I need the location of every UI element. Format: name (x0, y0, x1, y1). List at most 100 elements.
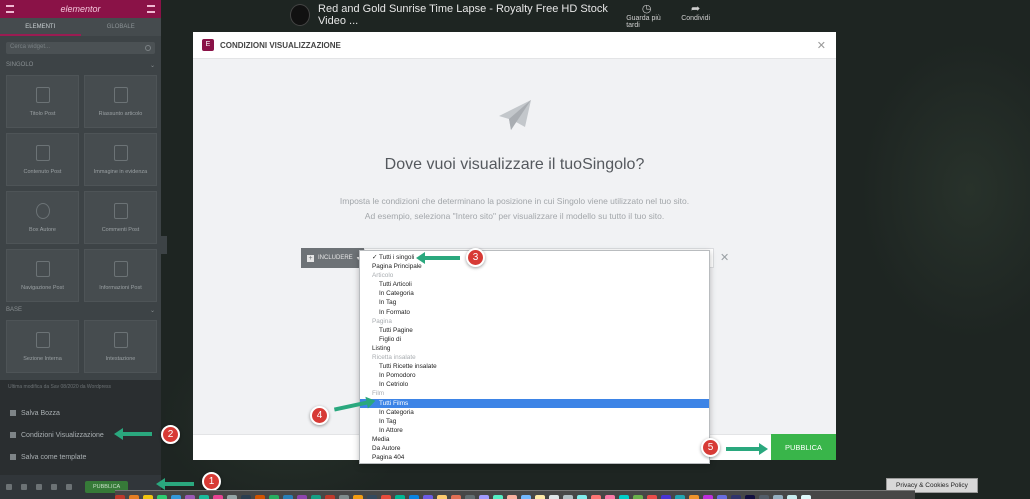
dock-app-icon[interactable] (241, 495, 251, 499)
widget-post-navigation[interactable]: Navigazione Post (6, 249, 79, 302)
dock-app-icon[interactable] (717, 495, 727, 499)
dock-app-icon[interactable] (619, 495, 629, 499)
dock-app-icon[interactable] (353, 495, 363, 499)
dock-app-icon[interactable] (465, 495, 475, 499)
channel-avatar[interactable] (290, 4, 311, 26)
dock-app-icon[interactable] (213, 495, 223, 499)
dock-app-icon[interactable] (227, 495, 237, 499)
responsive-icon[interactable] (51, 484, 57, 490)
remove-condition-icon[interactable]: ✕ (720, 251, 729, 264)
dock-app-icon[interactable] (647, 495, 657, 499)
dock-app-icon[interactable] (157, 495, 167, 499)
dock-app-icon[interactable] (143, 495, 153, 499)
dropdown-option[interactable]: Figlio di (360, 335, 709, 344)
dock-app-icon[interactable] (255, 495, 265, 499)
dock-app-icon[interactable] (409, 495, 419, 499)
dropdown-option[interactable]: Listing (360, 344, 709, 353)
dock-app-icon[interactable] (773, 495, 783, 499)
dock-app-icon[interactable] (129, 495, 139, 499)
dropdown-option[interactable]: In Cetriolo (360, 380, 709, 389)
dock-app-icon[interactable] (563, 495, 573, 499)
close-icon[interactable]: ✕ (817, 39, 826, 52)
widget-post-content[interactable]: Contenuto Post (6, 133, 79, 186)
navigator-icon[interactable] (21, 484, 27, 490)
dock-app-icon[interactable] (703, 495, 713, 499)
dock-app-icon[interactable] (801, 495, 811, 499)
dock-app-icon[interactable] (633, 495, 643, 499)
dock-app-icon[interactable] (185, 495, 195, 499)
widget-search-input[interactable]: Cerca widget... (6, 42, 155, 54)
section-singolo[interactable]: SINGOLO ⌄ (0, 60, 161, 72)
dropdown-option[interactable]: Pagina 404 (360, 453, 709, 462)
tab-elements[interactable]: ELEMENTI (0, 18, 81, 36)
dropdown-option[interactable]: In Categoria (360, 408, 709, 417)
dock-app-icon[interactable] (521, 495, 531, 499)
dock-app-icon[interactable] (269, 495, 279, 499)
widget-author-box[interactable]: Box Autore (6, 191, 79, 244)
dock-app-icon[interactable] (549, 495, 559, 499)
share-button[interactable]: ➦ Condividi (681, 2, 710, 29)
dropdown-option[interactable]: In Categoria (360, 289, 709, 298)
dropdown-option[interactable]: Da Autore (360, 444, 709, 453)
dock-app-icon[interactable] (339, 495, 349, 499)
dropdown-option[interactable]: In Formato (360, 308, 709, 317)
dock-app-icon[interactable] (731, 495, 741, 499)
preview-icon[interactable] (66, 484, 72, 490)
dock-app-icon[interactable] (675, 495, 685, 499)
hamburger-icon[interactable] (6, 5, 14, 13)
dropdown-option[interactable]: ✓ Tutti i singoli (360, 253, 709, 262)
tab-global[interactable]: GLOBALE (81, 18, 162, 36)
dock-app-icon[interactable] (605, 495, 615, 499)
dock-app-icon[interactable] (689, 495, 699, 499)
dropdown-option[interactable]: Media (360, 435, 709, 444)
dropdown-option[interactable]: In Tag (360, 417, 709, 426)
dock-app-icon[interactable] (759, 495, 769, 499)
dropdown-option[interactable]: Pagina Principale (360, 262, 709, 271)
dock-app-icon[interactable] (437, 495, 447, 499)
dock-app-icon[interactable] (787, 495, 797, 499)
dock-app-icon[interactable] (451, 495, 461, 499)
dropdown-option[interactable]: Tutti Ricette insalate (360, 362, 709, 371)
widget-post-title[interactable]: Titolo Post (6, 75, 79, 128)
widget-featured-image[interactable]: Immagine in evidenza (84, 133, 157, 186)
menu-save-template[interactable]: Salva come template (0, 446, 161, 468)
dock-app-icon[interactable] (591, 495, 601, 499)
dropdown-option[interactable]: In Attore (360, 426, 709, 435)
panel-collapse-handle[interactable] (161, 236, 167, 254)
dock-app-icon[interactable] (171, 495, 181, 499)
dropdown-option[interactable]: Tutti Articoli (360, 280, 709, 289)
dock-app-icon[interactable] (395, 495, 405, 499)
dropdown-option[interactable]: In Tag (360, 298, 709, 307)
dropdown-option[interactable]: Tutti Pagine (360, 326, 709, 335)
include-select[interactable]: + INCLUDERE ▾ (301, 248, 364, 268)
history-icon[interactable] (36, 484, 42, 490)
dock-app-icon[interactable] (283, 495, 293, 499)
modal-publish-button[interactable]: PUBBLICA (771, 434, 836, 460)
dock-app-icon[interactable] (311, 495, 321, 499)
dock-app-icon[interactable] (367, 495, 377, 499)
dock-app-icon[interactable] (507, 495, 517, 499)
dropdown-option[interactable]: Tutti Films (360, 398, 709, 408)
widget-post-comments[interactable]: Commenti Post (84, 191, 157, 244)
dropdown-option[interactable]: In Pomodoro (360, 371, 709, 380)
widget-excerpt[interactable]: Riassunto articolo (84, 75, 157, 128)
menu-save-draft[interactable]: Salva Bozza (0, 402, 161, 424)
dock-app-icon[interactable] (115, 495, 125, 499)
dock-app-icon[interactable] (381, 495, 391, 499)
dock-app-icon[interactable] (661, 495, 671, 499)
video-title[interactable]: Red and Gold Sunrise Time Lapse - Royalt… (318, 3, 618, 27)
dock-app-icon[interactable] (479, 495, 489, 499)
section-base[interactable]: BASE ⌄ (0, 305, 161, 317)
dock-app-icon[interactable] (745, 495, 755, 499)
dock-app-icon[interactable] (325, 495, 335, 499)
dock-app-icon[interactable] (577, 495, 587, 499)
dock-app-icon[interactable] (423, 495, 433, 499)
watch-later-button[interactable]: ◷ Guarda più tardi (626, 2, 667, 29)
widget-post-info[interactable]: Informazioni Post (84, 249, 157, 302)
dock-app-icon[interactable] (297, 495, 307, 499)
widget-heading[interactable]: Intestazione (84, 320, 157, 373)
dock-app-icon[interactable] (535, 495, 545, 499)
dock-app-icon[interactable] (493, 495, 503, 499)
settings-icon[interactable] (6, 484, 12, 490)
widget-inner-section[interactable]: Sezione Interna (6, 320, 79, 373)
